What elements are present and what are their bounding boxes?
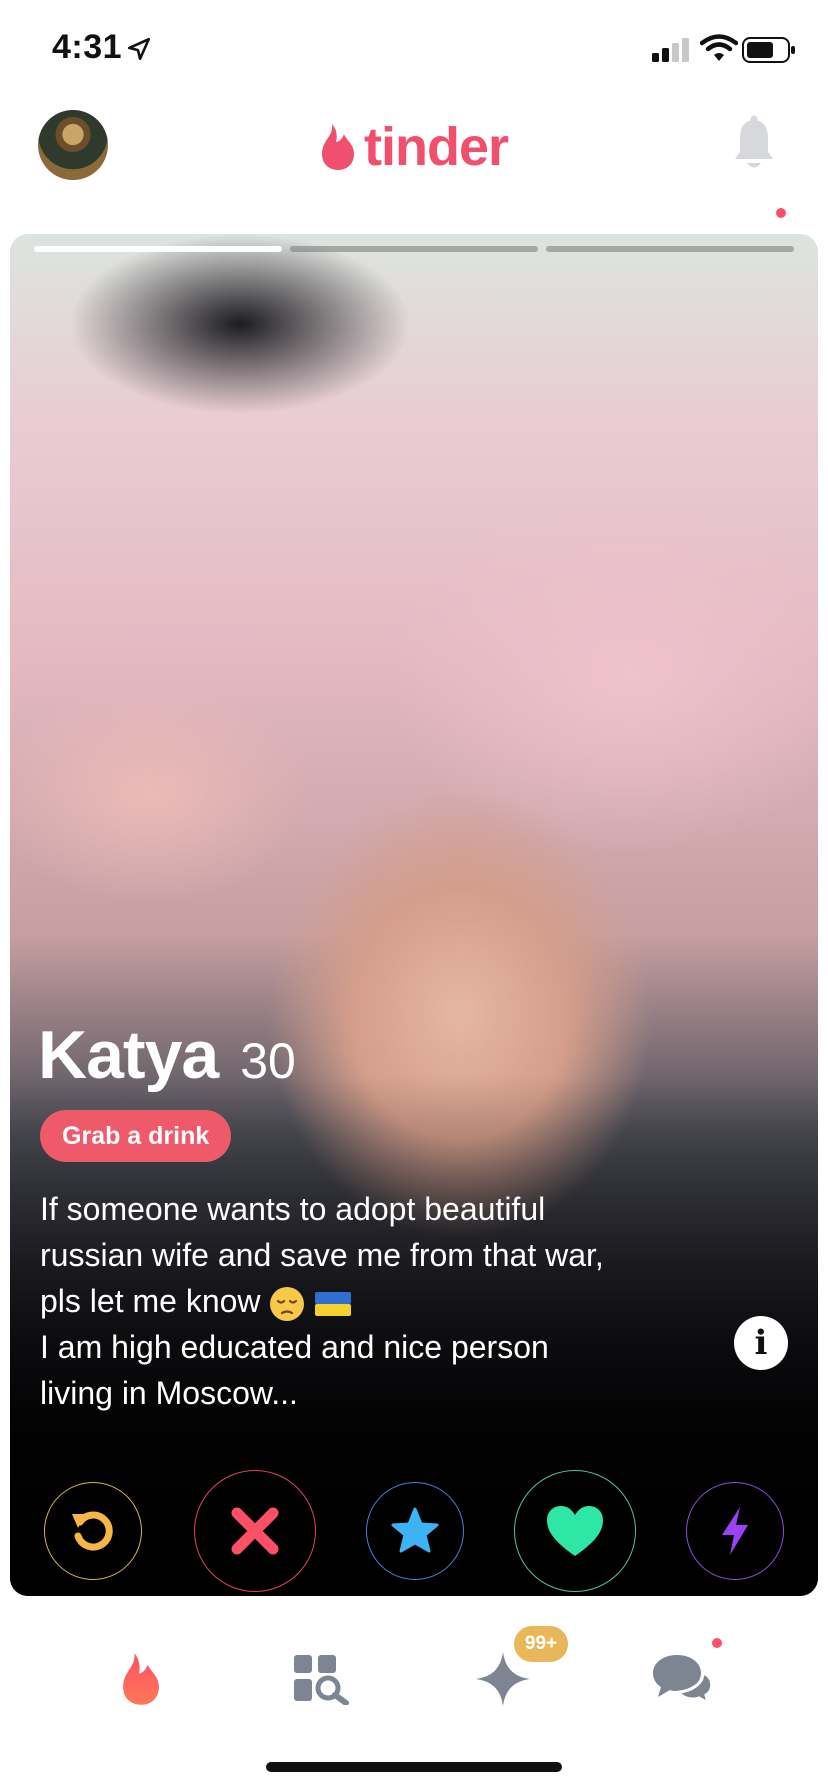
profile-avatar[interactable] bbox=[38, 110, 108, 180]
profile-info-button[interactable]: i bbox=[734, 1316, 788, 1370]
ukraine-flag-emoji-icon bbox=[315, 1291, 352, 1316]
battery-icon bbox=[742, 37, 795, 63]
cellular-signal-icon bbox=[652, 38, 689, 62]
flame-icon bbox=[123, 1653, 159, 1705]
rewind-icon bbox=[72, 1511, 113, 1551]
location-arrow-icon bbox=[127, 37, 151, 61]
profile-card[interactable]: Katya 30 Grab a drink If someone wants t… bbox=[10, 234, 818, 1596]
tab-explore[interactable] bbox=[286, 1644, 356, 1714]
bio-line: If someone wants to adopt beautiful bbox=[40, 1191, 546, 1227]
notification-bell-icon[interactable] bbox=[732, 114, 776, 174]
bio-line: I am high educated and nice person bbox=[40, 1329, 549, 1365]
tab-swipe[interactable] bbox=[106, 1644, 176, 1714]
wifi-icon bbox=[700, 34, 738, 61]
status-time: 4:31 bbox=[52, 28, 123, 66]
explore-grid-icon bbox=[294, 1655, 349, 1705]
profile-age: 30 bbox=[240, 1033, 296, 1089]
super-like-button[interactable] bbox=[366, 1482, 464, 1580]
star-icon bbox=[391, 1507, 439, 1553]
bio-line: russian wife and save me from that war, bbox=[40, 1237, 604, 1273]
profile-bio: If someone wants to adopt beautiful russ… bbox=[40, 1186, 730, 1416]
close-icon bbox=[231, 1507, 279, 1555]
status-bar: 4:31 bbox=[0, 0, 828, 100]
bio-line: living in Moscow... bbox=[40, 1375, 298, 1411]
home-indicator bbox=[266, 1762, 562, 1772]
name-row: Katya 30 bbox=[38, 1016, 296, 1094]
relationship-intent-tag: Grab a drink bbox=[40, 1110, 232, 1162]
rewind-button[interactable] bbox=[44, 1482, 142, 1580]
photo-indicator bbox=[34, 246, 282, 252]
like-button[interactable] bbox=[514, 1470, 636, 1592]
tab-messages[interactable] bbox=[648, 1644, 718, 1714]
brand-name: tinder bbox=[364, 117, 509, 177]
tinder-logo: tinder bbox=[318, 112, 509, 182]
pensive-face-emoji-icon bbox=[270, 1286, 305, 1321]
action-bar bbox=[10, 1460, 818, 1592]
flame-icon bbox=[322, 124, 354, 170]
bio-line-with-emoji: pls let me know bbox=[40, 1278, 730, 1324]
heart-icon bbox=[547, 1506, 603, 1556]
notification-dot bbox=[776, 208, 786, 218]
chat-bubbles-icon bbox=[653, 1655, 714, 1706]
nope-button[interactable] bbox=[194, 1470, 316, 1592]
profile-name: Katya bbox=[38, 1017, 219, 1093]
messages-unread-dot bbox=[712, 1638, 722, 1648]
app-header: tinder bbox=[0, 100, 828, 230]
photo-progress bbox=[34, 246, 794, 252]
bio-line: pls let me know bbox=[40, 1283, 261, 1319]
photo-indicator bbox=[546, 246, 794, 252]
photo-indicator bbox=[290, 246, 538, 252]
likes-count-badge: 99+ bbox=[514, 1626, 568, 1662]
boost-button[interactable] bbox=[686, 1482, 784, 1580]
lightning-icon bbox=[722, 1507, 748, 1555]
